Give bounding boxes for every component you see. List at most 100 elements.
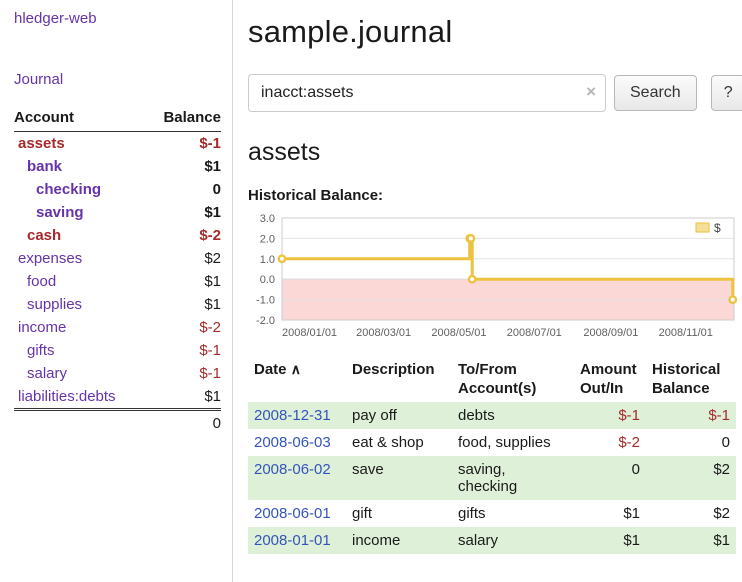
hledger-web-app: hledger-web Journal Account Balance asse… [0, 0, 742, 582]
account-link-saving[interactable]: saving [36, 204, 84, 221]
page-title: sample.journal [248, 14, 742, 50]
transaction-row: 2008-06-01 gift gifts $1 $2 [248, 500, 736, 527]
transaction-description: gift [346, 500, 452, 527]
help-button[interactable]: ? [711, 75, 742, 111]
transaction-amount: $-1 [574, 402, 646, 429]
transaction-row: 2008-06-02 save saving, checking 0 $2 [248, 456, 736, 500]
transaction-balance: $1 [646, 527, 736, 554]
column-header-date[interactable]: Date ∧ [248, 356, 346, 402]
account-balance: $1 [146, 293, 221, 316]
account-balance: $-1 [146, 339, 221, 362]
account-row: cash $-2 [14, 224, 221, 247]
accounts-header-balance: Balance [146, 106, 221, 132]
transaction-amount: $1 [574, 500, 646, 527]
search-input[interactable] [248, 74, 606, 112]
transaction-date-link[interactable]: 2008-12-31 [254, 407, 331, 424]
account-link-assets[interactable]: assets [18, 135, 65, 152]
account-balance: $-2 [146, 224, 221, 247]
account-link-food[interactable]: food [27, 273, 56, 290]
transaction-balance: $2 [646, 456, 736, 500]
account-link-expenses[interactable]: expenses [18, 250, 82, 267]
account-balance: $1 [146, 270, 221, 293]
brand-link[interactable]: hledger-web [14, 10, 221, 27]
account-link-gifts[interactable]: gifts [27, 342, 55, 359]
main-panel: sample.journal × Search ? assets Histori… [233, 0, 742, 582]
svg-text:1.0: 1.0 [260, 254, 275, 266]
account-link-income[interactable]: income [18, 319, 66, 336]
transaction-description: eat & shop [346, 429, 452, 456]
account-row: salary $-1 [14, 362, 221, 385]
svg-text:$: $ [714, 221, 721, 235]
account-link-bank[interactable]: bank [27, 158, 62, 175]
transaction-amount: $-2 [574, 429, 646, 456]
date-header-label: Date [254, 361, 287, 378]
account-row: supplies $1 [14, 293, 221, 316]
transaction-accounts: food, supplies [452, 429, 574, 456]
svg-text:2008/01/01: 2008/01/01 [282, 327, 337, 339]
transaction-description: save [346, 456, 452, 500]
transaction-amount: $1 [574, 527, 646, 554]
clear-search-icon[interactable]: × [586, 83, 596, 100]
account-balance: $-1 [146, 132, 221, 156]
svg-text:2008/03/01: 2008/03/01 [356, 327, 411, 339]
account-balance: $1 [146, 201, 221, 224]
accounts-total-row: 0 [14, 410, 221, 436]
account-row: income $-2 [14, 316, 221, 339]
account-row: assets $-1 [14, 132, 221, 156]
account-link-supplies[interactable]: supplies [27, 296, 82, 313]
account-balance: $-1 [146, 362, 221, 385]
svg-text:0.0: 0.0 [260, 274, 275, 286]
account-row: checking 0 [14, 178, 221, 201]
account-balance: $1 [146, 155, 221, 178]
account-row: liabilities:debts $1 [14, 385, 221, 410]
account-row: bank $1 [14, 155, 221, 178]
svg-text:2008/11/01: 2008/11/01 [659, 327, 713, 339]
account-link-checking[interactable]: checking [36, 181, 101, 198]
transaction-row: 2008-12-31 pay off debts $-1 $-1 [248, 402, 736, 429]
transaction-accounts: saving, checking [452, 456, 574, 500]
search-button[interactable]: Search [614, 75, 697, 111]
transaction-balance: $-1 [646, 402, 736, 429]
svg-text:-2.0: -2.0 [256, 315, 275, 327]
transaction-description: pay off [346, 402, 452, 429]
column-header-accounts: To/From Account(s) [452, 356, 574, 402]
transaction-accounts: gifts [452, 500, 574, 527]
transaction-row: 2008-06-03 eat & shop food, supplies $-2… [248, 429, 736, 456]
svg-text:2.0: 2.0 [260, 233, 275, 245]
account-row: gifts $-1 [14, 339, 221, 362]
transaction-description: income [346, 527, 452, 554]
account-heading: assets [248, 138, 742, 167]
transaction-row: 2008-01-01 income salary $1 $1 [248, 527, 736, 554]
column-header-balance: Historical Balance [646, 356, 736, 402]
accounts-table: Account Balance assets $-1 bank $1 check… [14, 106, 221, 435]
svg-text:2008/07/01: 2008/07/01 [507, 327, 562, 339]
accounts-total: 0 [146, 410, 221, 436]
account-link-cash[interactable]: cash [27, 227, 61, 244]
transaction-date-link[interactable]: 2008-01-01 [254, 532, 331, 549]
transaction-date-link[interactable]: 2008-06-02 [254, 461, 331, 478]
account-balance: $-2 [146, 316, 221, 339]
svg-text:2008/05/01: 2008/05/01 [431, 327, 486, 339]
transaction-balance: 0 [646, 429, 736, 456]
account-link-salary[interactable]: salary [27, 365, 67, 382]
column-header-amount: Amount Out/In [574, 356, 646, 402]
transaction-date-link[interactable]: 2008-06-01 [254, 505, 331, 522]
account-row: food $1 [14, 270, 221, 293]
balance-chart: 3.02.01.00.0-1.0-2.02008/01/012008/03/01… [248, 210, 740, 344]
transaction-date-link[interactable]: 2008-06-03 [254, 434, 331, 451]
account-balance: 0 [146, 178, 221, 201]
register-header-row: Date ∧ Description To/From Account(s) Am… [248, 356, 736, 402]
transaction-accounts: salary [452, 527, 574, 554]
account-row: saving $1 [14, 201, 221, 224]
column-header-description: Description [346, 356, 452, 402]
account-link-liabilities-debts[interactable]: liabilities:debts [18, 388, 116, 405]
search-form: × Search ? [248, 74, 742, 112]
sidebar: hledger-web Journal Account Balance asse… [0, 0, 233, 582]
transaction-balance: $2 [646, 500, 736, 527]
register-table: Date ∧ Description To/From Account(s) Am… [248, 356, 736, 554]
journal-nav-link[interactable]: Journal [14, 71, 221, 88]
svg-text:2008/09/01: 2008/09/01 [583, 327, 638, 339]
account-row: expenses $2 [14, 247, 221, 270]
chart-heading: Historical Balance: [248, 187, 742, 204]
transaction-accounts: debts [452, 402, 574, 429]
